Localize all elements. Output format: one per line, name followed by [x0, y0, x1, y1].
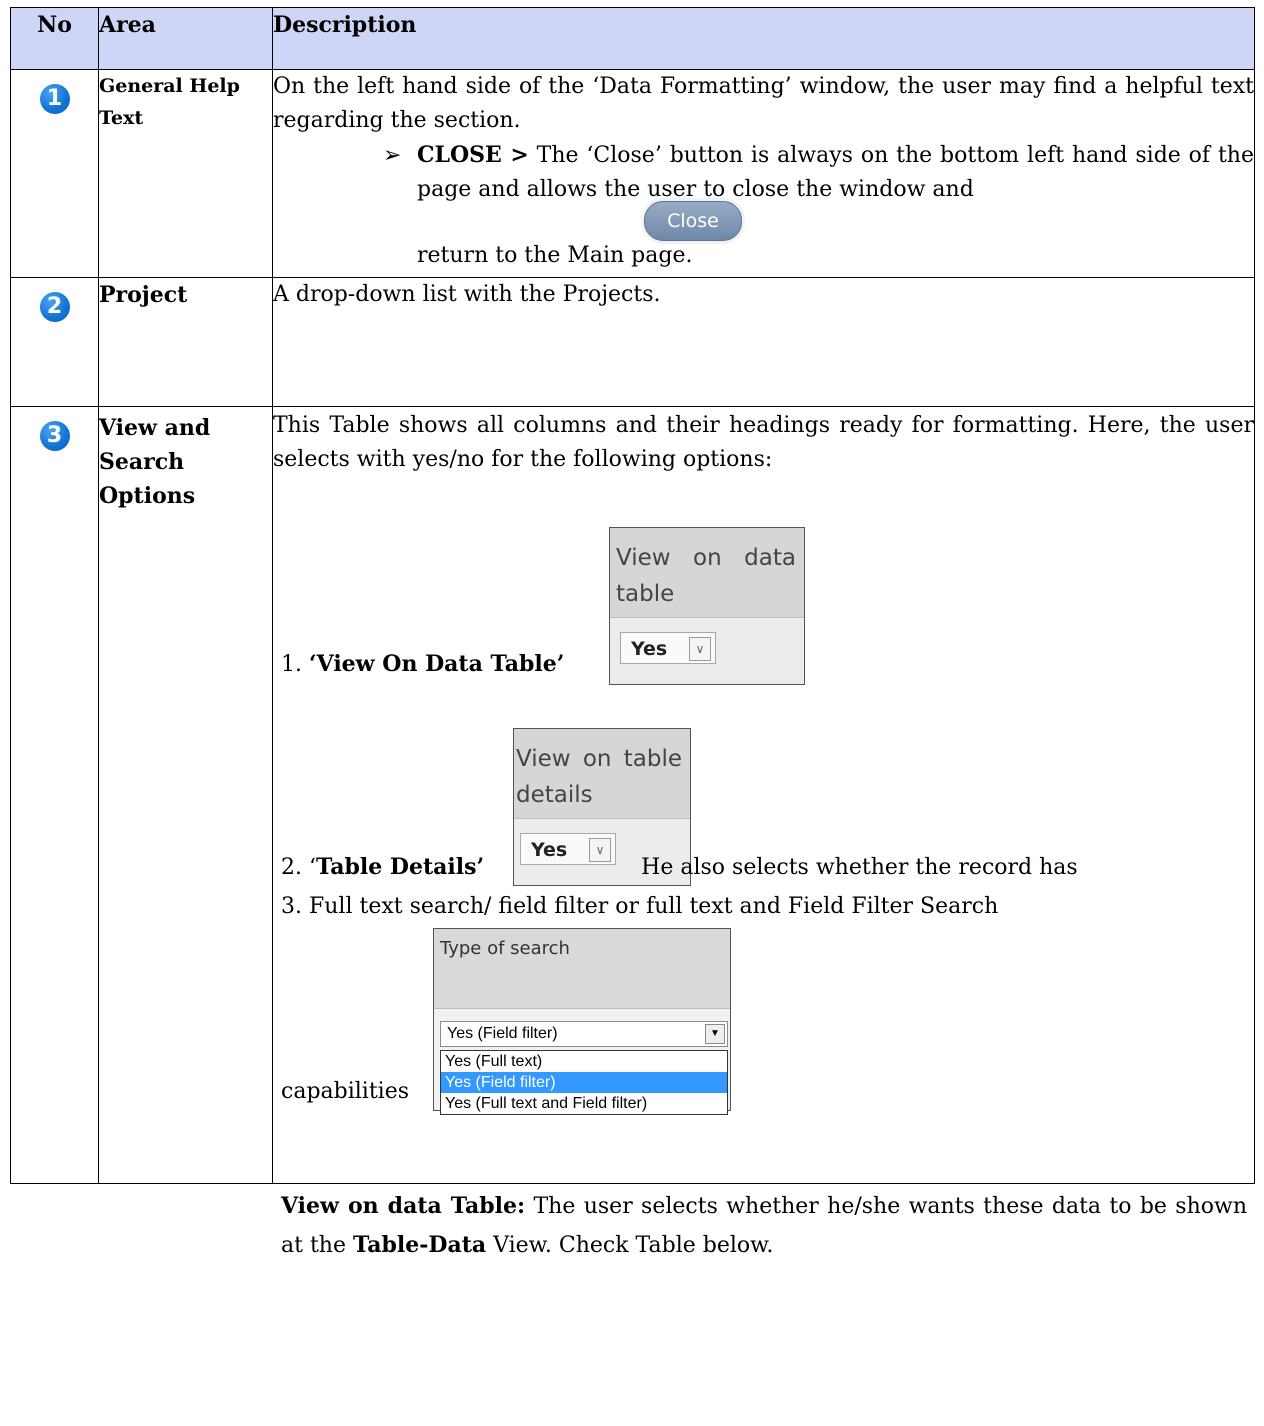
yes-select[interactable]: Yes ∨ — [620, 632, 716, 664]
close-label: CLOSE > — [417, 142, 529, 168]
description-cell: On the left hand side of the ‘Data Forma… — [272, 69, 1255, 278]
area-cell: General Help Text — [98, 69, 273, 278]
number-1-icon: 1 — [39, 84, 70, 114]
view-on-data-table-note: View on data Table: The user selects whe… — [281, 1193, 1247, 1258]
number-3-icon: 3 — [39, 421, 70, 451]
search-option[interactable]: Yes (Full text and Field filter) — [441, 1093, 727, 1114]
shot-heading: Type of search — [434, 929, 730, 1009]
close-bullet: ➢ CLOSE > The ‘Close’ button is always on… — [273, 138, 1254, 207]
description-cell: A drop-down list with the Projects. — [272, 277, 1255, 407]
area-cell: View and Search Options — [98, 406, 273, 1184]
chevron-down-icon: ∨ — [689, 637, 711, 661]
close-description: The ‘Close’ button is always on the bott… — [417, 143, 1254, 202]
description-cell: This Table shows all columns and their h… — [272, 406, 1255, 1258]
table-header-row: No Area Description — [10, 7, 1255, 70]
option-1-label: ‘View On Data Table’ — [308, 651, 565, 677]
option-1: 1. ‘View On Data Table’ — [281, 651, 565, 677]
intro-text: This Table shows all columns and their h… — [273, 413, 1254, 472]
row-number-cell: 3 — [10, 406, 99, 1184]
description-table: No Area Description 1 General Help Text … — [10, 7, 1255, 1258]
area-cell: Project — [98, 277, 273, 407]
return-text: return to the Main page. — [417, 243, 693, 268]
description-text: On the left hand side of the ‘Data Forma… — [273, 74, 1254, 133]
number-2-icon: 2 — [39, 292, 70, 322]
table-row: 3 View and Search Options This Table sho… — [10, 406, 1255, 1258]
arrow-bullet-icon: ➢ — [383, 143, 402, 168]
shot-heading: View on data table — [610, 528, 804, 618]
search-option[interactable]: Yes (Full text) — [441, 1051, 727, 1072]
option-2: 2. ‘Table Details’ He also selects wheth… — [281, 854, 1078, 880]
option-2-label: Table Details’ — [315, 854, 485, 880]
header-no: No — [10, 7, 99, 70]
shot-heading: View on table details — [514, 729, 690, 819]
view-on-data-table-screenshot: View on data table Yes ∨ — [609, 527, 805, 685]
description-text: A drop-down list with the Projects. — [273, 282, 661, 307]
header-description: Description — [272, 7, 1255, 70]
search-option-selected[interactable]: Yes (Field filter) — [441, 1072, 727, 1093]
table-row: 2 Project A drop-down list with the Proj… — [10, 277, 1255, 407]
close-button[interactable]: Close — [644, 201, 742, 241]
table-row: 1 General Help Text On the left hand sid… — [10, 69, 1255, 278]
header-area: Area — [98, 7, 273, 70]
type-of-search-screenshot: Type of search Yes (Field filter) ▼ Yes … — [433, 928, 731, 1115]
row-number-cell: 2 — [10, 277, 99, 407]
return-line: return to the Main page. Close — [273, 201, 1254, 277]
option-3: 3. Full text search/ field filter or ful… — [281, 894, 999, 919]
search-type-options: Yes (Full text) Yes (Field filter) Yes (… — [440, 1050, 728, 1115]
chevron-down-icon: ▼ — [705, 1024, 725, 1044]
capabilities-text: capabilities — [281, 1079, 410, 1104]
row-number-cell: 1 — [10, 69, 99, 278]
search-type-select[interactable]: Yes (Field filter) ▼ — [440, 1021, 728, 1047]
